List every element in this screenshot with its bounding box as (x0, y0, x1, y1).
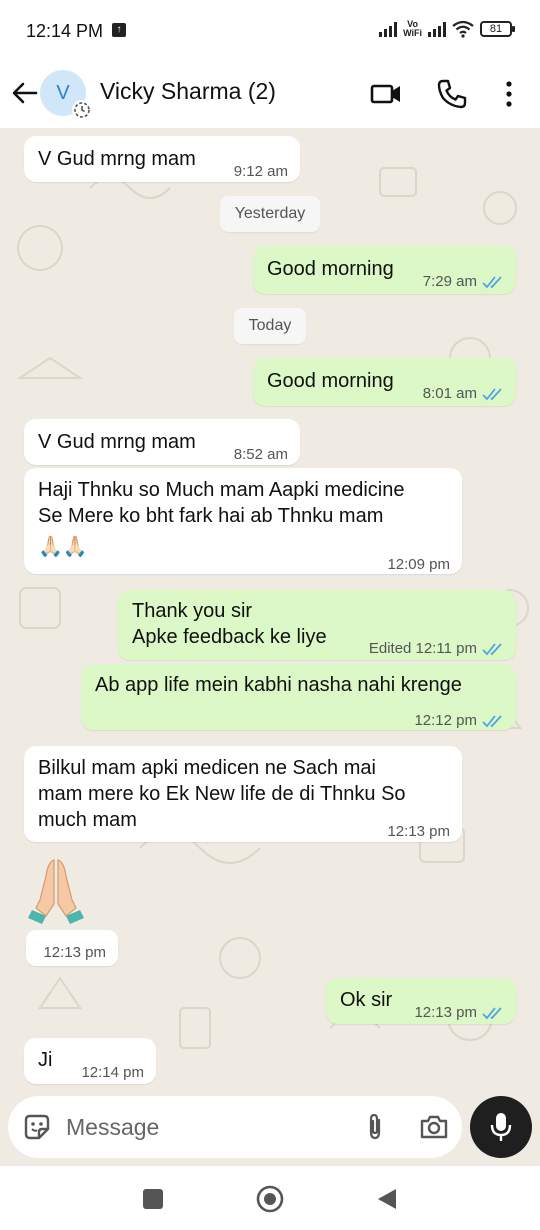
status-time: 12:14 PM (26, 21, 104, 41)
system-nav-bar (0, 1166, 540, 1230)
mic-icon (490, 1113, 512, 1141)
message-time: 7:29 am (423, 269, 504, 295)
attach-icon[interactable] (360, 1112, 390, 1142)
wifi-icon (452, 20, 474, 38)
status-icons: Vo WiFi 81 (379, 19, 515, 38)
date-separator: Today (234, 308, 306, 344)
back-nav-button[interactable] (376, 1188, 398, 1210)
message-time: 12:09 pm (387, 556, 450, 573)
signal-icon (379, 21, 398, 37)
disappearing-timer-icon (72, 100, 92, 120)
chat-header: V Vicky Sharma (2) (0, 62, 540, 128)
more-vert-icon[interactable] (491, 76, 527, 112)
double-check-icon (482, 643, 502, 656)
camera-icon[interactable] (418, 1112, 450, 1142)
message-incoming[interactable]: V Gud mrng mam 8:52 am (24, 419, 300, 465)
message-incoming[interactable]: Ji 12:14 pm (24, 1038, 156, 1084)
message-outgoing[interactable]: Good morning 8:01 am (253, 358, 516, 406)
date-separator: Yesterday (220, 196, 320, 232)
message-incoming[interactable]: Haji Thnku so Much mam Aapki medicine Se… (24, 468, 462, 574)
folded-hands-icon[interactable] (26, 856, 86, 926)
message-incoming[interactable]: V Gud mrng mam 9:12 am (24, 136, 300, 182)
message-time-chip: 12:13 pm (26, 930, 118, 966)
arrow-left-icon[interactable] (8, 76, 42, 110)
home-button[interactable] (256, 1185, 284, 1213)
message-input[interactable]: Message (8, 1096, 462, 1158)
message-time: Edited 12:11 pm (369, 636, 504, 662)
mic-button[interactable] (470, 1096, 532, 1158)
chat-area[interactable]: V Gud mrng mam 9:12 am Yesterday Good mo… (0, 128, 540, 1096)
message-time: 8:01 am (423, 381, 504, 407)
sticker-icon[interactable] (22, 1112, 52, 1142)
message-outgoing[interactable]: Ab app life mein kabhi nasha nahi krenge… (81, 664, 516, 730)
message-time: 12:14 pm (81, 1064, 144, 1081)
double-check-icon (482, 388, 502, 401)
message-time: 9:12 am (233, 163, 288, 180)
recents-button[interactable] (142, 1188, 164, 1210)
vowifi-icon: Vo WiFi (403, 19, 422, 38)
phone-icon[interactable] (434, 76, 470, 112)
video-call-icon[interactable] (368, 76, 404, 112)
message-time: 12:12 pm (414, 708, 504, 734)
message-time: 8:52 am (233, 446, 288, 463)
status-bar: 12:14 PM ↑ Vo WiFi 81 (0, 0, 540, 62)
message-outgoing[interactable]: Thank you sir Apke feedback ke liye Edit… (118, 590, 516, 660)
message-outgoing[interactable]: Good morning 7:29 am (253, 246, 516, 294)
composer: Message (0, 1096, 540, 1166)
double-check-icon (482, 1007, 502, 1020)
upload-icon: ↑ (112, 23, 126, 37)
folded-hands-emoji: 🙏🏻🙏🏻 (38, 536, 88, 558)
message-time: 12:13 pm (387, 823, 450, 840)
message-placeholder: Message (66, 1114, 160, 1140)
message-time: 12:13 pm (414, 1000, 504, 1026)
double-check-icon (482, 715, 502, 728)
contact-name[interactable]: Vicky Sharma (2) (100, 78, 276, 105)
double-check-icon (482, 276, 502, 289)
message-outgoing[interactable]: Ok sir 12:13 pm (326, 978, 516, 1024)
battery-icon: 81 (480, 21, 515, 37)
message-incoming[interactable]: Bilkul mam apki medicen ne Sach mai mam … (24, 746, 462, 842)
signal-icon-2 (428, 21, 446, 37)
